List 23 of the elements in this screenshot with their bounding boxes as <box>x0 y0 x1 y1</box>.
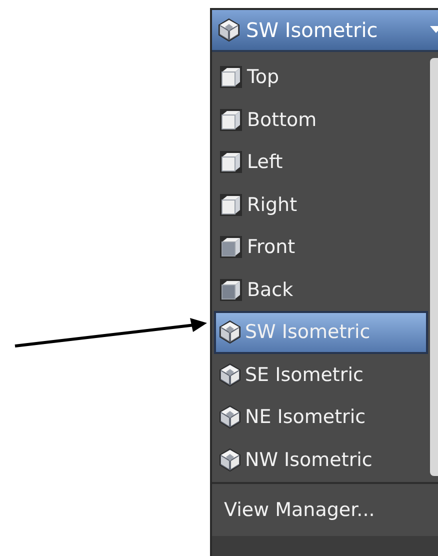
view-menu-item[interactable]: Top <box>214 56 428 98</box>
view-manager-item[interactable]: View Manager... <box>212 484 438 536</box>
cube-icon <box>219 278 243 302</box>
isometric-cube-icon <box>219 448 241 472</box>
view-menu-item[interactable]: Front <box>214 226 428 268</box>
cube-icon <box>219 108 243 132</box>
view-menu-item[interactable]: Right <box>214 184 428 226</box>
view-menu-item[interactable]: NW Isometric <box>214 438 428 481</box>
view-menu-item[interactable]: SE Isometric <box>214 354 428 396</box>
cube-icon <box>219 235 243 260</box>
view-dropdown[interactable]: SW Isometric <box>212 10 438 52</box>
cube-icon <box>219 65 243 90</box>
cube-icon <box>219 192 243 217</box>
view-menu-item[interactable]: Bottom <box>214 98 428 141</box>
scrollbar[interactable] <box>430 58 438 476</box>
view-menu-item[interactable]: Left <box>214 141 428 184</box>
isometric-cube-icon <box>219 405 241 430</box>
view-menu-item[interactable]: Back <box>214 268 428 311</box>
isometric-cube-icon <box>218 18 240 42</box>
isometric-cube-icon <box>219 362 241 387</box>
view-menu-item[interactable]: NE Isometric <box>214 396 428 438</box>
cube-icon <box>219 150 243 174</box>
isometric-cube-icon <box>219 320 241 344</box>
